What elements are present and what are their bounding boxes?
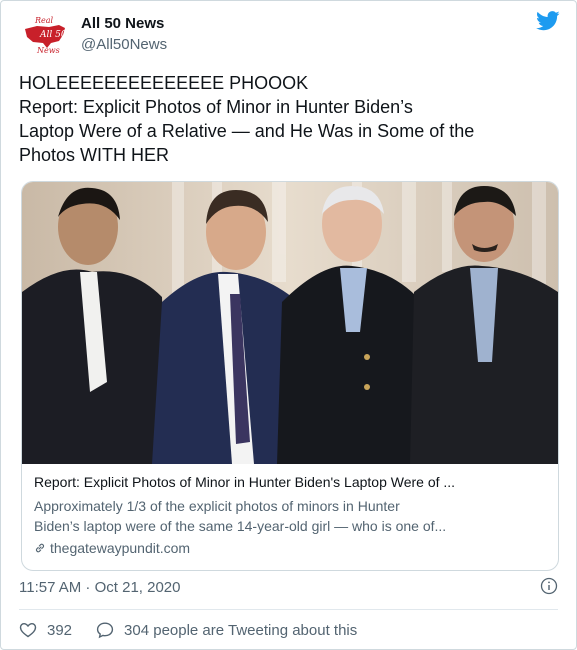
link-preview-card[interactable]: Report: Explicit Photos of Minor in Hunt… [21, 181, 559, 571]
link-preview-description: Approximately 1/3 of the explicit photos… [34, 496, 546, 536]
divider [19, 609, 558, 610]
link-preview-photo[interactable] [22, 182, 558, 464]
tweet-line: Laptop Were of a Relative — and He Was i… [19, 121, 475, 141]
embedded-tweet: Real All 50 News All 50 News @All50News … [0, 0, 577, 650]
author-display-name[interactable]: All 50 News [81, 15, 167, 32]
avatar[interactable]: Real All 50 News [19, 13, 71, 55]
link-preview-meta[interactable]: Report: Explicit Photos of Minor in Hunt… [34, 472, 546, 558]
link-icon [35, 543, 45, 553]
heart-icon [19, 622, 37, 638]
tweet-text: HOLEEEEEEEEEEEEEE PHOOOK Report: Explici… [19, 71, 564, 167]
tweet-line: HOLEEEEEEEEEEEEEE PHOOOK [19, 73, 309, 93]
svg-text:All 50: All 50 [39, 30, 67, 40]
link-preview-domain[interactable]: thegatewaypundit.com [34, 538, 546, 558]
description-line: Biden’s laptop were of the same 14-year-… [34, 518, 447, 534]
speech-bubble-icon [96, 622, 114, 639]
like-count: 392 [47, 621, 73, 639]
twitter-bird-icon[interactable] [536, 11, 560, 31]
author-handle[interactable]: @All50News [81, 36, 167, 53]
info-icon[interactable] [540, 577, 558, 595]
reply-button[interactable]: 304 people are Tweeting about this [96, 621, 357, 639]
tweet-header: Real All 50 News All 50 News @All50News [19, 9, 560, 59]
svg-text:News: News [36, 46, 60, 55]
tweet-actions: 392 304 people are Tweeting about this [19, 621, 357, 639]
author-info[interactable]: All 50 News @All50News [81, 15, 167, 53]
tweet-line: Report: Explicit Photos of Minor in Hunt… [19, 97, 413, 117]
tweet-timestamp[interactable]: 11:57 AM · Oct 21, 2020 [19, 579, 180, 596]
tweet-line: Photos WITH HER [19, 145, 170, 165]
description-line: Approximately 1/3 of the explicit photos… [34, 498, 400, 514]
tweeting-about-label: 304 people are Tweeting about this [124, 621, 358, 639]
link-preview-title[interactable]: Report: Explicit Photos of Minor in Hunt… [34, 472, 546, 492]
domain-text[interactable]: thegatewaypundit.com [50, 538, 190, 558]
like-button[interactable]: 392 [19, 621, 72, 639]
svg-text:Real: Real [34, 16, 54, 25]
